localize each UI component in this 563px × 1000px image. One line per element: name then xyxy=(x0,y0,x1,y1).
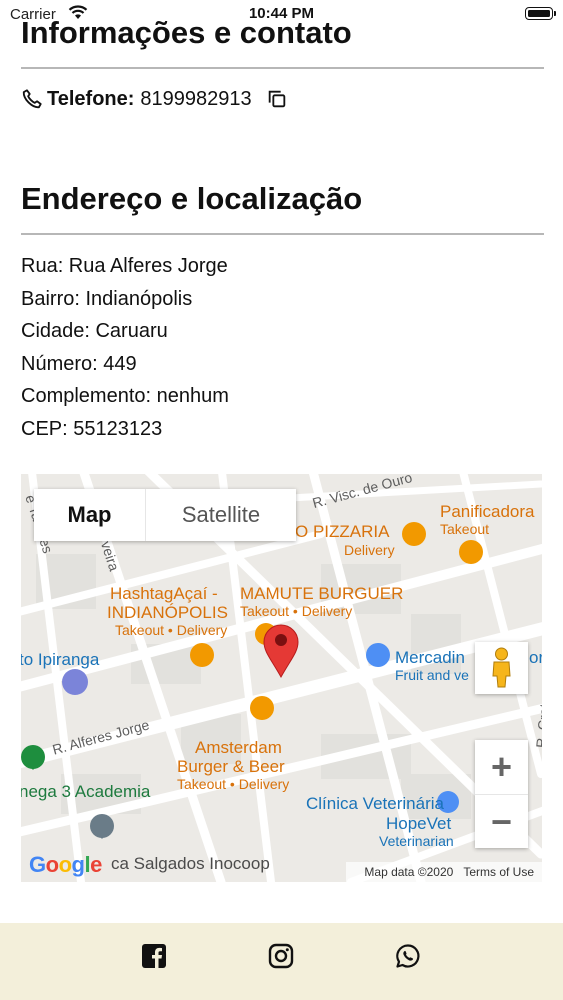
poi-amsterdam[interactable]: Amsterdam xyxy=(195,738,282,758)
map-type-satellite-button[interactable]: Satellite xyxy=(146,489,296,541)
poi-mercadinho-sub: Fruit and ve xyxy=(395,667,469,683)
instagram-icon[interactable] xyxy=(268,943,294,969)
zoom-control: + − xyxy=(475,740,528,848)
poi-mamute[interactable]: MAMUTE BURGUER xyxy=(240,584,403,604)
address-complement: Complemento: nenhum xyxy=(21,385,229,407)
poi-mercadinho-end: ora xyxy=(529,648,542,667)
poi-mercadinho[interactable]: Mercadin xyxy=(395,648,465,668)
phone-label: Telefone: xyxy=(47,87,135,110)
address-zip: CEP: 55123123 xyxy=(21,417,163,440)
location-map[interactable]: R. Visc. de Ouro e Tavares veira R. Alfe… xyxy=(21,474,542,882)
address-number: Número: 449 xyxy=(21,352,137,375)
contact-divider xyxy=(21,67,544,69)
map-type-map-button[interactable]: Map xyxy=(34,489,146,541)
zoom-in-button[interactable]: + xyxy=(475,740,528,795)
poi-clinica[interactable]: Clínica Veterinária xyxy=(306,794,444,814)
poi-salgados[interactable]: ca Salgados Inocoop xyxy=(111,854,270,874)
facebook-icon[interactable] xyxy=(141,943,167,969)
map-attribution: Map data ©2020 Terms of Use xyxy=(346,862,542,882)
battery-icon xyxy=(525,7,556,20)
poi-panificadora-sub: Takeout xyxy=(440,521,490,537)
whatsapp-icon[interactable] xyxy=(395,943,421,969)
poi-academia[interactable]: nega 3 Academia xyxy=(21,782,150,802)
poi-pizzaria[interactable]: O PIZZARIA xyxy=(295,522,389,542)
poi-panificadora[interactable]: Panificadora xyxy=(440,502,535,522)
phone-row: Telefone: 8199982913 xyxy=(21,86,288,112)
poi-mamute-sub: Takeout • Delivery xyxy=(240,603,353,619)
phone-icon xyxy=(22,89,42,109)
copy-icon[interactable] xyxy=(266,88,288,110)
poi-clinica-sub: Veterinarian xyxy=(379,833,454,849)
google-logo: Google xyxy=(29,852,102,877)
phone-value[interactable]: 8199982913 xyxy=(140,88,251,111)
poi-ipiranga[interactable]: to Ipiranga xyxy=(21,650,99,670)
address-street: Rua: Rua Alferes Jorge xyxy=(21,255,228,277)
address-neighborhood: Bairro: Indianópolis xyxy=(21,287,193,310)
terms-of-use-link[interactable]: Terms of Use xyxy=(463,865,534,879)
street-view-button[interactable] xyxy=(475,642,528,694)
zoom-out-button[interactable]: − xyxy=(475,795,528,849)
contact-section-title: Informações e contato xyxy=(21,15,352,50)
poi-amsterdam-sub: Takeout • Delivery xyxy=(177,776,290,792)
address-section-title: Endereço e localização xyxy=(21,181,363,216)
address-divider xyxy=(21,233,544,235)
address-city: Cidade: Caruaru xyxy=(21,320,168,342)
poi-pizzaria-sub: Delivery xyxy=(344,542,395,558)
footer xyxy=(0,923,563,1000)
poi-hashtag-line2: INDIANÓPOLIS xyxy=(107,603,228,622)
map-type-control: Map Satellite xyxy=(34,489,296,541)
address-details: Rua: Rua Alferes Jorge Bairro: Indianópo… xyxy=(21,250,229,445)
map-data-label: Map data ©2020 xyxy=(364,865,454,879)
poi-clinica-line2: HopeVet xyxy=(386,814,452,833)
poi-hashtag[interactable]: HashtagAçaí - xyxy=(110,584,218,604)
poi-amsterdam-line2: Burger & Beer xyxy=(177,757,285,776)
poi-hashtag-sub: Takeout • Delivery xyxy=(115,622,228,638)
pegman-icon xyxy=(492,647,511,688)
